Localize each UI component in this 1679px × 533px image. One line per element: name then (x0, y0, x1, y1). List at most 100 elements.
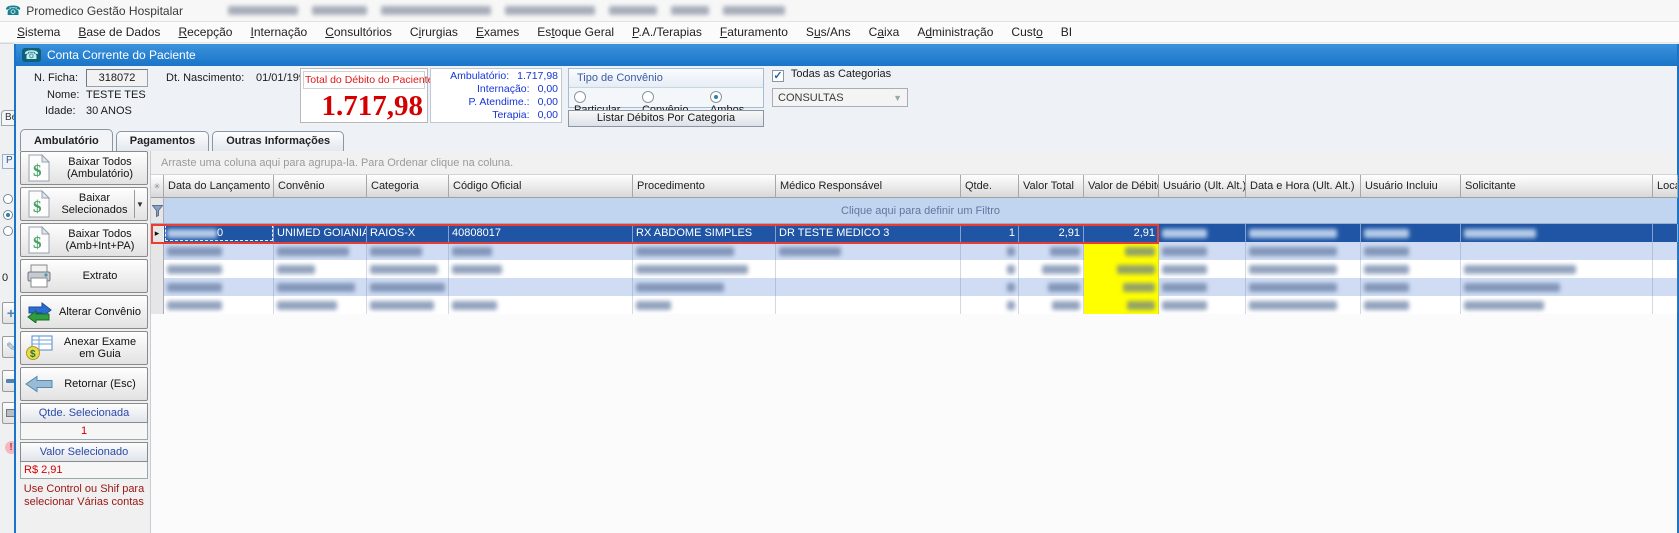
cell-valor-de-debito[interactable] (1084, 278, 1159, 296)
cell-data-e-hora-ult-alt[interactable] (1246, 260, 1361, 278)
table-row[interactable] (151, 296, 1677, 314)
cell-valor-de-debito[interactable] (1084, 242, 1159, 260)
group-by-bar[interactable]: Arraste uma coluna aqui para agrupa-la. … (151, 151, 1677, 175)
cell-qtde[interactable]: 1 (961, 224, 1019, 242)
cell-valor-total[interactable] (1019, 242, 1084, 260)
cell-codigo-oficial[interactable] (449, 242, 633, 260)
cell-procedimento[interactable] (633, 296, 776, 314)
cell-valor-de-debito[interactable] (1084, 296, 1159, 314)
column-header-data-do-lancamento[interactable]: Data do Lançamento▼ (164, 175, 274, 198)
cell-solicitante[interactable] (1461, 242, 1653, 260)
tab-pagamentos[interactable]: Pagamentos (116, 131, 209, 151)
cell-convenio[interactable] (274, 296, 367, 314)
cell-data-e-hora-ult-alt[interactable] (1246, 224, 1361, 242)
column-header-usuario-incluiu[interactable]: Usuário Incluiu (1361, 175, 1461, 198)
cell-categoria[interactable] (367, 278, 449, 296)
cell-local[interactable] (1653, 260, 1678, 278)
cell-procedimento[interactable] (633, 278, 776, 296)
row-indicator-header[interactable]: ✳ (151, 175, 164, 198)
menu-item-base-de-dados[interactable]: Base de Dados (69, 23, 169, 41)
cell-usuario-incluiu[interactable] (1361, 242, 1461, 260)
baixar-todos-amb-int-pa-button[interactable]: $Baixar Todos (Amb+Int+PA) (20, 223, 148, 257)
column-header-codigo-oficial[interactable]: Código Oficial (449, 175, 633, 198)
menu-item-bi[interactable]: BI (1052, 23, 1081, 41)
column-header-categoria[interactable]: Categoria (367, 175, 449, 198)
cell-categoria[interactable] (367, 296, 449, 314)
table-row[interactable] (151, 260, 1677, 278)
cell-local[interactable] (1653, 296, 1678, 314)
cell-codigo-oficial[interactable] (449, 260, 633, 278)
menu-item-exames[interactable]: Exames (467, 23, 528, 41)
cell-convenio[interactable]: UNIMED GOIANIA (274, 224, 367, 242)
column-header-procedimento[interactable]: Procedimento (633, 175, 776, 198)
cell-usuario-incluiu[interactable] (1361, 278, 1461, 296)
cell-procedimento[interactable] (633, 260, 776, 278)
alert-button[interactable]: ! (2, 436, 14, 458)
ficha-value[interactable]: 318072 (86, 69, 148, 87)
column-header-usuario-ult-alt[interactable]: Usuário (Ult. Alt.) (1159, 175, 1246, 198)
background-tab[interactable]: Be (1, 110, 14, 126)
cell-valor-total[interactable] (1019, 296, 1084, 314)
todas-categorias-checkbox[interactable]: ✓ Todas as Categorias (772, 68, 891, 82)
menu-item-internacao[interactable]: Internação (241, 23, 316, 41)
cell-categoria[interactable]: RAIOS-X (367, 224, 449, 242)
cell-data-do-lancamento[interactable] (164, 296, 274, 314)
retornar-esc-button[interactable]: Retornar (Esc) (20, 367, 148, 401)
cell-data-e-hora-ult-alt[interactable] (1246, 242, 1361, 260)
menu-item-p-a-terapias[interactable]: P.A./Terapias (623, 23, 711, 41)
cell-data-do-lancamento[interactable] (164, 242, 274, 260)
cell-categoria[interactable] (367, 260, 449, 278)
window-titlebar[interactable]: ☎ Conta Corrente do Paciente (16, 44, 1677, 66)
cell-data-do-lancamento[interactable]: 0 (164, 224, 274, 242)
add-button[interactable]: + (2, 302, 14, 324)
cell-qtde[interactable] (961, 296, 1019, 314)
background-radio-selected[interactable] (3, 210, 13, 220)
cell-medico-responsavel[interactable] (776, 296, 961, 314)
cell-usuario-ult-alt[interactable] (1159, 278, 1246, 296)
baixar-todos-ambulatorio-button[interactable]: $Baixar Todos (Ambulatório) (20, 151, 148, 185)
cell-data-do-lancamento[interactable] (164, 260, 274, 278)
cell-solicitante[interactable] (1461, 260, 1653, 278)
cell-qtde[interactable] (961, 260, 1019, 278)
cell-qtde[interactable] (961, 278, 1019, 296)
column-header-data-e-hora-ult-alt[interactable]: Data e Hora (Ult. Alt.) (1246, 175, 1361, 198)
background-radio[interactable] (3, 194, 13, 204)
menu-item-estoque-geral[interactable]: Estoque Geral (528, 23, 623, 41)
cell-medico-responsavel[interactable] (776, 260, 961, 278)
cell-usuario-ult-alt[interactable] (1159, 260, 1246, 278)
cell-valor-total[interactable] (1019, 260, 1084, 278)
cell-valor-total[interactable] (1019, 278, 1084, 296)
listar-debitos-button[interactable]: Listar Débitos Por Categoria (568, 110, 764, 127)
cell-data-e-hora-ult-alt[interactable] (1246, 296, 1361, 314)
cell-usuario-incluiu[interactable] (1361, 260, 1461, 278)
menu-item-custo[interactable]: Custo (1002, 23, 1051, 41)
cell-codigo-oficial[interactable] (449, 296, 633, 314)
cell-valor-de-debito[interactable]: 2,91 (1084, 224, 1159, 242)
menu-item-administracao[interactable]: Administração (908, 23, 1002, 41)
edit-button[interactable]: ✎ (2, 336, 14, 358)
menu-item-faturamento[interactable]: Faturamento (711, 23, 797, 41)
baixar-selecionados-button[interactable]: $Baixar Selecionados▼ (20, 187, 148, 221)
cell-valor-total[interactable]: 2,91 (1019, 224, 1084, 242)
cell-usuario-incluiu[interactable] (1361, 296, 1461, 314)
cell-codigo-oficial[interactable]: 40808017 (449, 224, 633, 242)
column-header-solicitante[interactable]: Solicitante (1461, 175, 1653, 198)
column-header-qtde[interactable]: Qtde. (961, 175, 1019, 198)
menu-item-cirurgias[interactable]: Cirurgias (401, 23, 467, 41)
cell-convenio[interactable] (274, 278, 367, 296)
row-indicator-cell[interactable] (151, 242, 164, 260)
cell-usuario-ult-alt[interactable] (1159, 296, 1246, 314)
filter-funnel-cell[interactable] (151, 198, 164, 223)
menu-item-sistema[interactable]: Sistema (8, 23, 69, 41)
row-indicator-cell[interactable]: ▸ (151, 224, 164, 242)
column-header-local[interactable]: Local (1653, 175, 1678, 198)
grid-filter-row[interactable]: Clique aqui para definir um Filtro (151, 198, 1677, 224)
cell-usuario-ult-alt[interactable] (1159, 242, 1246, 260)
cell-convenio[interactable] (274, 260, 367, 278)
cell-valor-de-debito[interactable] (1084, 260, 1159, 278)
alterar-convenio-button[interactable]: Alterar Convênio (20, 295, 148, 329)
column-header-valor-de-debito[interactable]: Valor de Débito (1084, 175, 1159, 198)
column-header-medico-responsavel[interactable]: Médico Responsável (776, 175, 961, 198)
tab-outras-informacoes[interactable]: Outras Informações (212, 131, 344, 151)
cell-data-do-lancamento[interactable] (164, 278, 274, 296)
